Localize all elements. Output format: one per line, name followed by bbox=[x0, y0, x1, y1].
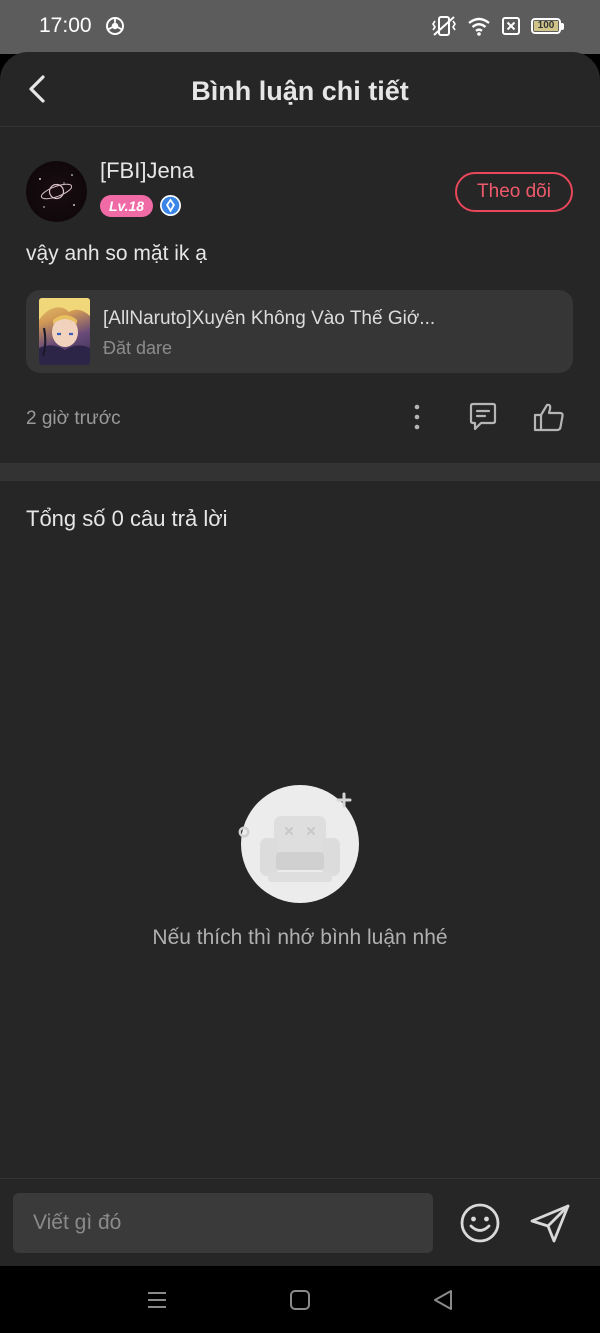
send-icon bbox=[530, 1204, 570, 1243]
comment-detail-sheet: Bình luận chi tiết [FBI]Jena Lv.18 Theo … bbox=[0, 52, 600, 1266]
reply-icon bbox=[469, 402, 497, 431]
level-badge: Lv.18 bbox=[100, 195, 154, 217]
reply-button[interactable] bbox=[466, 400, 500, 434]
comment-input[interactable] bbox=[13, 1193, 433, 1253]
book-cover-image bbox=[39, 298, 90, 365]
section-divider bbox=[0, 463, 600, 481]
status-time: 17:00 bbox=[39, 14, 92, 37]
back-nav-button[interactable] bbox=[428, 1285, 458, 1315]
sim-blocked-icon bbox=[502, 17, 520, 35]
book-subtitle: Đăt dare bbox=[103, 338, 173, 358]
planet-avatar-image bbox=[39, 174, 75, 208]
more-options-button[interactable] bbox=[400, 400, 434, 434]
wifi-icon bbox=[468, 17, 490, 36]
page-title: Bình luận chi tiết bbox=[191, 76, 409, 106]
book-title: [AllNaruto]Xuyên Không Vào Thế Giớ... bbox=[103, 308, 436, 329]
diamond-badge-icon bbox=[160, 195, 181, 216]
vibrate-icon bbox=[432, 16, 456, 36]
more-options-icon bbox=[414, 404, 420, 430]
emoji-icon bbox=[460, 1203, 500, 1243]
battery-level: 100 bbox=[537, 20, 555, 31]
home-square-icon bbox=[290, 1290, 310, 1310]
follow-button[interactable]: Theo dõi bbox=[455, 172, 573, 212]
reply-count: Tổng số 0 câu trả lời bbox=[26, 506, 228, 531]
emoji-button[interactable] bbox=[458, 1201, 502, 1245]
comment-input-bar bbox=[0, 1178, 600, 1266]
send-button[interactable] bbox=[528, 1201, 572, 1245]
status-bar: 17:00 100 bbox=[0, 0, 600, 54]
like-button[interactable] bbox=[532, 400, 566, 434]
comment-text: vậy anh so mặt ik ạ bbox=[26, 242, 207, 265]
empty-sofa-illustration bbox=[238, 785, 359, 903]
menu-icon bbox=[148, 1292, 166, 1308]
chrome-icon bbox=[106, 17, 124, 35]
recent-apps-button[interactable] bbox=[142, 1285, 172, 1315]
home-button[interactable] bbox=[285, 1285, 315, 1315]
system-nav-bar bbox=[0, 1266, 600, 1333]
battery-icon: 100 bbox=[531, 18, 564, 34]
back-triangle-icon bbox=[434, 1290, 452, 1310]
comment-timestamp: 2 giờ trước bbox=[26, 408, 121, 429]
username[interactable]: [FBI]Jena bbox=[100, 158, 194, 184]
like-icon bbox=[533, 403, 564, 432]
top-bar: Bình luận chi tiết bbox=[0, 52, 600, 127]
avatar[interactable] bbox=[26, 161, 87, 222]
book-card[interactable]: [AllNaruto]Xuyên Không Vào Thế Giớ... Đă… bbox=[26, 290, 573, 373]
empty-state-message: Nếu thích thì nhớ bình luận nhé bbox=[152, 926, 448, 949]
